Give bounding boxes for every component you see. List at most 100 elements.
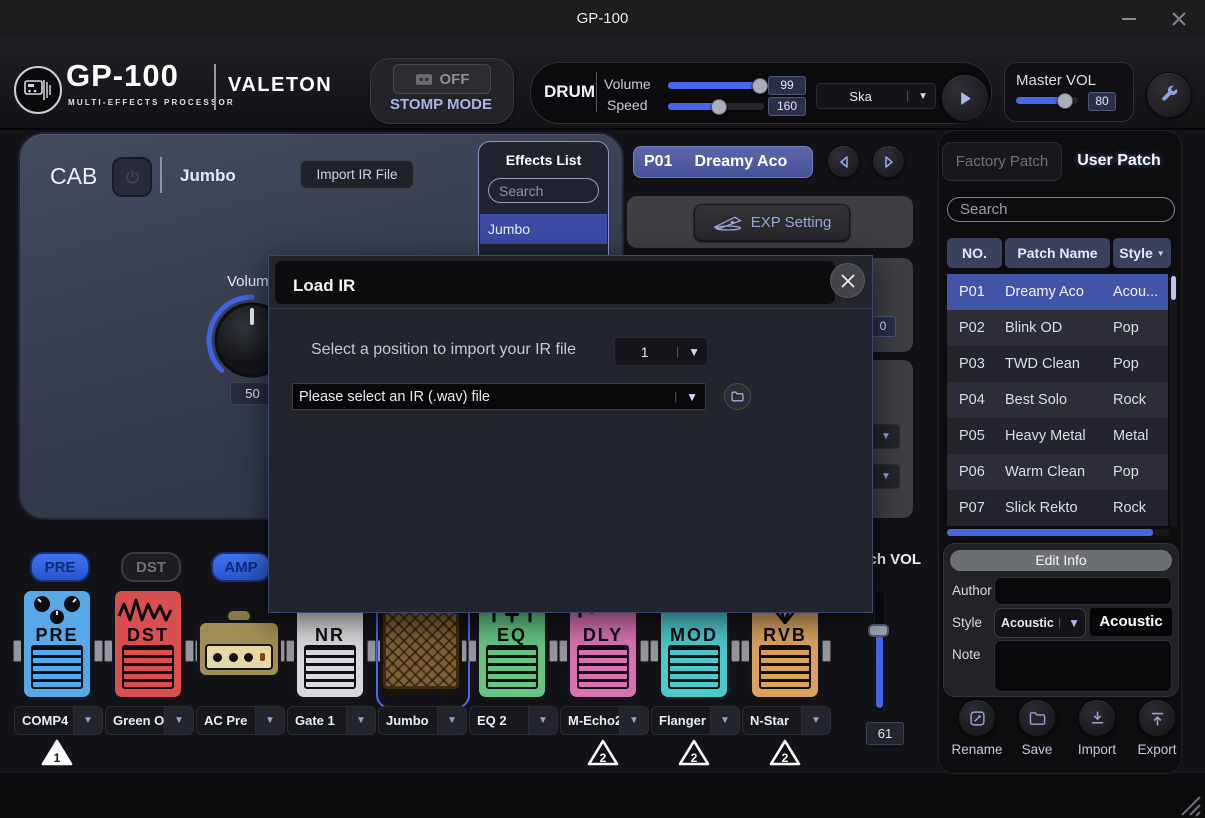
chevron-down-icon[interactable]: ▼: [255, 706, 285, 735]
drum-style-dropdown[interactable]: Ska | ▼: [816, 83, 936, 109]
ir-position-dropdown[interactable]: 1 | ▼: [614, 337, 708, 366]
column-header-style[interactable]: Style ▼: [1113, 238, 1171, 268]
slot-model-dropdown-9[interactable]: N-Star▼: [742, 706, 831, 735]
slot-model-dropdown-1[interactable]: COMP4▼: [14, 706, 103, 735]
chevron-right-icon: [884, 156, 894, 168]
brand-divider: [214, 64, 216, 110]
pedal-green-od[interactable]: DST: [112, 588, 184, 700]
chevron-down-icon[interactable]: ▼: [528, 706, 558, 735]
header-bar: GP-100 MULTI-EFFECTS PROCESSOR VALETON O…: [0, 38, 1205, 130]
chevron-down-icon[interactable]: ▼: [872, 464, 900, 489]
chevron-down-icon[interactable]: ▼: [437, 706, 467, 735]
tab-factory-patch[interactable]: Factory Patch: [942, 142, 1062, 181]
drum-speed-thumb[interactable]: [711, 99, 727, 115]
slot-model-dropdown-6[interactable]: EQ 2▼: [469, 706, 558, 735]
slot-model-dropdown-7[interactable]: M-Echo2▼: [560, 706, 649, 735]
export-button[interactable]: Export: [1127, 699, 1187, 757]
patch-vol-value: 61: [866, 722, 904, 745]
drum-speed-slider[interactable]: [668, 103, 764, 110]
patch-row-p07[interactable]: P07Slick RektoRock: [947, 490, 1168, 526]
chevron-down-icon[interactable]: ▼: [801, 706, 831, 735]
column-header-no[interactable]: NO.: [947, 238, 1002, 268]
occluded-value: 0: [870, 316, 896, 337]
ir-file-dropdown[interactable]: Please select an IR (.wav) file | ▼: [292, 383, 706, 410]
horizontal-scrollbar-thumb[interactable]: [947, 529, 1153, 536]
style-dropdown[interactable]: Acoustic | ▼: [994, 608, 1086, 638]
patch-search-input[interactable]: [947, 197, 1175, 222]
patch-row-p06[interactable]: P06Warm CleanPop: [947, 454, 1168, 490]
drum-play-button[interactable]: [941, 74, 989, 122]
settings-button[interactable]: [1146, 72, 1192, 118]
speaker-cab-icon[interactable]: [380, 604, 462, 692]
chevron-down-icon[interactable]: ▼: [164, 706, 194, 735]
pedal-grill: [668, 645, 720, 689]
import-ir-file-button[interactable]: Import IR File: [300, 160, 414, 189]
pedal-ac-pre[interactable]: [197, 608, 281, 700]
patch-vol-thumb[interactable]: [868, 624, 889, 637]
chevron-down-icon[interactable]: ▼: [346, 706, 376, 735]
slot-model-dropdown-3[interactable]: AC Pre▼: [196, 706, 285, 735]
effects-list-item-selected[interactable]: Jumbo: [480, 214, 607, 244]
chevron-down-icon[interactable]: ▼: [710, 706, 740, 735]
cab-power-toggle[interactable]: [112, 157, 152, 197]
patch-row-p03[interactable]: P03TWD CleanPop: [947, 346, 1168, 382]
close-icon: [1169, 9, 1189, 29]
patch-row-p05[interactable]: P05Heavy MetalMetal: [947, 418, 1168, 454]
next-patch-button[interactable]: [872, 145, 905, 178]
pedal-face-label: RVB: [752, 625, 818, 646]
patch-row-no: P02: [947, 320, 1005, 336]
slot-model-dropdown-5[interactable]: Jumbo▼: [378, 706, 467, 735]
previous-patch-button[interactable]: [827, 145, 860, 178]
import-button[interactable]: Import: [1067, 699, 1127, 757]
modal-divider: [269, 308, 872, 309]
pedal-face-label: DST: [115, 625, 181, 646]
pedal-comp4[interactable]: PRE: [21, 588, 93, 700]
browse-file-button[interactable]: [724, 383, 751, 410]
drum-speed-value: 160: [768, 97, 806, 116]
dropdown-separator: |: [674, 346, 681, 358]
pedal-face-label: MOD: [661, 625, 727, 646]
svg-text:2: 2: [782, 751, 789, 765]
effects-search-input[interactable]: [488, 178, 599, 203]
svg-text:2: 2: [691, 751, 698, 765]
slot-model-dropdown-8[interactable]: Flanger▼: [651, 706, 740, 735]
author-input[interactable]: [994, 577, 1172, 605]
minimize-button[interactable]: [1112, 6, 1146, 32]
drum-volume-slider[interactable]: [668, 82, 764, 89]
group-button-amp[interactable]: AMP: [211, 552, 271, 582]
patch-row-p04[interactable]: P04Best SoloRock: [947, 382, 1168, 418]
modal-close-button[interactable]: [830, 263, 865, 298]
slot-model-dropdown-4[interactable]: Gate 1▼: [287, 706, 376, 735]
slot-model-dropdown-2[interactable]: Green OD▼: [105, 706, 194, 735]
resize-grip-icon[interactable]: [1178, 795, 1202, 817]
chevron-down-icon[interactable]: ▼: [73, 706, 103, 735]
group-button-pre[interactable]: PRE: [30, 552, 90, 582]
pedal-connector-lug: [640, 640, 649, 662]
patch-row-style: Metal: [1113, 428, 1168, 444]
window-title: GP-100: [0, 0, 1205, 38]
chevron-down-icon[interactable]: ▼: [872, 424, 900, 449]
exp-setting-button[interactable]: EXP Setting: [694, 204, 850, 241]
master-volume-slider[interactable]: [1016, 97, 1078, 104]
slot-model-name: N-Star: [742, 706, 801, 735]
group-button-dst[interactable]: DST: [121, 552, 181, 582]
current-patch-display[interactable]: P01 Dreamy Aco: [633, 146, 813, 178]
pedal-connector-lug: [94, 640, 103, 662]
horizontal-scrollbar[interactable]: [947, 529, 1169, 536]
tab-user-patch[interactable]: User Patch: [1063, 142, 1175, 179]
patch-row-p01[interactable]: P01Dreamy AcoAcou...: [947, 274, 1168, 310]
master-volume-value: 80: [1088, 92, 1116, 111]
gp100-app-window: GP-100 GP-100 MULTI-EFFECTS PROCESSOR VA…: [0, 0, 1205, 818]
column-header-patch-name[interactable]: Patch Name: [1005, 238, 1110, 268]
vertical-scrollbar[interactable]: [1170, 274, 1177, 527]
rename-button[interactable]: Rename: [947, 699, 1007, 757]
chevron-left-icon: [839, 156, 849, 168]
close-button[interactable]: [1162, 6, 1196, 32]
note-textarea[interactable]: [994, 640, 1172, 692]
vertical-scrollbar-thumb[interactable]: [1171, 276, 1176, 300]
patch-row-p02[interactable]: P02Blink ODPop: [947, 310, 1168, 346]
export-icon: [1138, 699, 1176, 737]
chevron-down-icon[interactable]: ▼: [619, 706, 649, 735]
save-button[interactable]: Save: [1007, 699, 1067, 757]
stomp-mode-toggle[interactable]: OFF: [393, 64, 491, 94]
